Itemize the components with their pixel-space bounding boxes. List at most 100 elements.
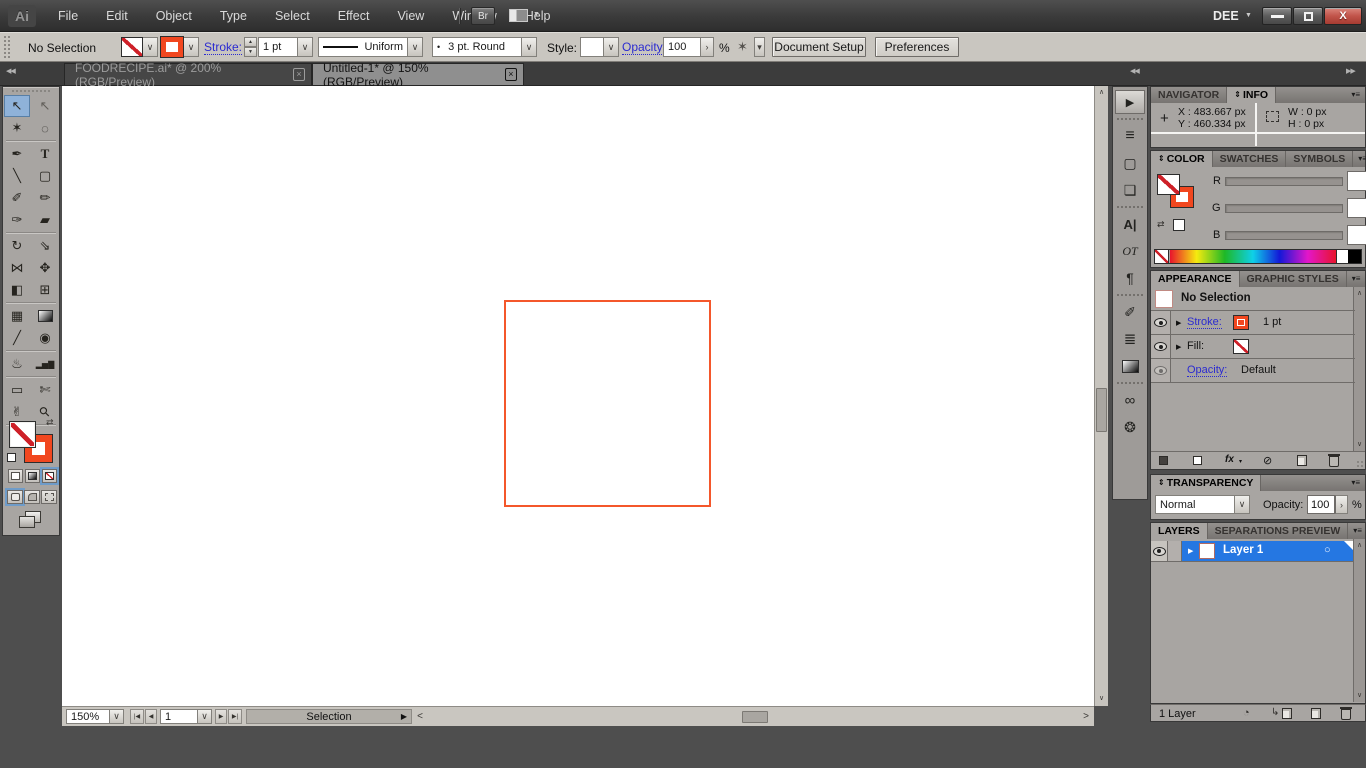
- preferences-button[interactable]: Preferences: [875, 37, 959, 57]
- horizontal-scroll-thumb[interactable]: [742, 711, 768, 723]
- screen-mode-button[interactable]: [19, 511, 43, 529]
- rectangle-tool[interactable]: ▢: [32, 165, 58, 187]
- fill-proxy-swatch[interactable]: [9, 421, 36, 448]
- scroll-down-icon[interactable]: ∨: [1354, 438, 1365, 451]
- gradient-panel-icon[interactable]: [1115, 354, 1145, 378]
- fill-color-swatch[interactable]: [121, 37, 143, 57]
- visibility-cell[interactable]: [1151, 311, 1171, 334]
- bridge-button[interactable]: Br: [471, 7, 495, 25]
- opentype-panel-icon[interactable]: OT: [1115, 239, 1145, 263]
- variable-width-profile[interactable]: Uniform: [318, 37, 408, 57]
- scroll-down-icon[interactable]: ∨: [1354, 689, 1365, 702]
- green-value-field[interactable]: [1347, 198, 1366, 218]
- color-spectrum-bar[interactable]: [1154, 249, 1362, 264]
- toolbar-collapse-icon[interactable]: ◀◀: [6, 67, 16, 75]
- control-bar-gripper[interactable]: [3, 35, 10, 59]
- delete-layer-icon[interactable]: [1340, 707, 1352, 720]
- artboard-dropdown[interactable]: ∨: [198, 709, 212, 724]
- transform-panel-icon[interactable]: ▢: [1115, 151, 1145, 175]
- magic-wand-tool[interactable]: ✶: [4, 117, 30, 139]
- eyedropper-tool[interactable]: ╱: [4, 327, 30, 349]
- blend-mode-dropdown[interactable]: ∨: [1235, 495, 1250, 514]
- brush-definition[interactable]: • 3 pt. Round: [432, 37, 522, 57]
- character-panel-icon[interactable]: A|: [1115, 212, 1145, 236]
- opacity-value-field[interactable]: 100: [1307, 495, 1335, 514]
- fill-swatch[interactable]: [1233, 339, 1249, 354]
- appearance-row-fill[interactable]: ▶ Fill:: [1151, 335, 1355, 359]
- menu-view[interactable]: View: [383, 0, 438, 32]
- stroke-swatch[interactable]: [1233, 315, 1249, 330]
- close-tab-icon[interactable]: ×: [504, 68, 517, 81]
- default-fill-stroke-icon[interactable]: [7, 453, 16, 462]
- stroke-panel-icon[interactable]: ≣: [1115, 327, 1145, 351]
- gradient-button[interactable]: [25, 469, 40, 483]
- last-artboard-button[interactable]: ▶|: [228, 709, 242, 724]
- links-panel-icon[interactable]: ∞: [1115, 388, 1145, 412]
- align-panel-icon[interactable]: ≡: [1115, 124, 1145, 148]
- green-slider[interactable]: [1225, 204, 1343, 213]
- opacity-more-button[interactable]: ›: [701, 37, 714, 57]
- layer-target-icon[interactable]: ○: [1324, 544, 1331, 556]
- delete-item-icon[interactable]: [1328, 454, 1340, 467]
- scale-tool[interactable]: ⇘: [32, 235, 58, 257]
- panel-menu-icon[interactable]: ▾≡: [1346, 475, 1365, 491]
- document-setup-button[interactable]: Document Setup: [772, 37, 866, 57]
- select-similar-icon[interactable]: ✶: [737, 39, 748, 55]
- column-graph-tool[interactable]: ▂▅▇: [32, 353, 58, 375]
- make-clipping-mask-icon[interactable]: ◔: [1243, 707, 1250, 719]
- width-profile-dropdown[interactable]: ∨: [408, 37, 423, 57]
- tools-panel-gripper[interactable]: [11, 89, 51, 94]
- close-tab-icon[interactable]: ×: [292, 68, 305, 81]
- none-button[interactable]: [42, 469, 57, 483]
- zoom-dropdown[interactable]: ∨: [110, 709, 124, 724]
- swap-fill-stroke-icon[interactable]: ⇄: [1157, 219, 1165, 230]
- pencil-tool[interactable]: ✏: [32, 187, 58, 209]
- duplicate-item-icon[interactable]: [1297, 455, 1307, 466]
- tab-separations-preview[interactable]: SEPARATIONS PREVIEW: [1208, 523, 1349, 539]
- line-segment-tool[interactable]: ╲: [4, 165, 30, 187]
- blend-tool[interactable]: ◉: [32, 327, 58, 349]
- brushes-panel-icon[interactable]: ✐: [1115, 300, 1145, 324]
- spectrum-black-swatch[interactable]: [1348, 250, 1361, 263]
- spectrum-white-swatch[interactable]: [1336, 250, 1348, 263]
- zoom-level-field[interactable]: 150%: [66, 709, 110, 724]
- blue-slider[interactable]: [1225, 231, 1343, 240]
- selection-tool[interactable]: ↖: [4, 95, 30, 117]
- appearance-row-no-selection[interactable]: No Selection: [1151, 287, 1355, 311]
- type-tool[interactable]: T: [32, 143, 58, 165]
- dock-gripper[interactable]: [1117, 382, 1143, 385]
- tab-appearance[interactable]: APPEARANCE: [1151, 271, 1240, 287]
- opacity-value-field[interactable]: 100: [663, 37, 701, 57]
- menu-object[interactable]: Object: [142, 0, 206, 32]
- expand-arrow-icon[interactable]: ▶: [1188, 547, 1193, 555]
- red-slider[interactable]: [1225, 177, 1343, 186]
- stroke-link[interactable]: Stroke:: [1187, 316, 1222, 329]
- add-new-fill-icon[interactable]: [1193, 456, 1202, 465]
- rotate-tool[interactable]: ↻: [4, 235, 30, 257]
- arrange-documents-arrow-icon[interactable]: ▼: [533, 11, 540, 18]
- stroke-panel-link[interactable]: Stroke:: [204, 41, 243, 55]
- lasso-tool[interactable]: ◌: [32, 117, 58, 139]
- draw-behind-button[interactable]: [24, 490, 40, 504]
- drawn-rectangle[interactable]: [504, 300, 711, 507]
- stroke-weight-value[interactable]: 1 pt: [258, 37, 298, 57]
- artboard-canvas[interactable]: [62, 86, 1094, 706]
- layer-lock-cell[interactable]: [1168, 541, 1182, 561]
- previous-artboard-button[interactable]: ◀: [145, 709, 157, 724]
- symbol-sprayer-tool[interactable]: ♨: [4, 353, 30, 375]
- add-effect-icon[interactable]: fx: [1225, 454, 1234, 465]
- minimize-button[interactable]: [1262, 7, 1292, 25]
- style-dropdown[interactable]: ∨: [604, 37, 619, 57]
- opacity-panel-link[interactable]: Opacity:: [622, 41, 667, 55]
- tab-transparency[interactable]: ⇕ TRANSPARENCY: [1151, 475, 1262, 491]
- actions-panel-icon[interactable]: ▶: [1115, 90, 1145, 114]
- artboard-tool[interactable]: ▭: [4, 379, 30, 401]
- scroll-down-icon[interactable]: ∨: [1095, 692, 1108, 705]
- tab-layers[interactable]: LAYERS: [1151, 523, 1208, 539]
- panel-menu-icon[interactable]: ▾≡: [1353, 151, 1366, 167]
- brush-dropdown[interactable]: ∨: [522, 37, 537, 57]
- draw-inside-button[interactable]: [41, 490, 57, 504]
- layer-row-selected[interactable]: ▶ Layer 1 ○: [1182, 541, 1353, 561]
- select-similar-dropdown[interactable]: ▾: [754, 37, 765, 57]
- tab-color[interactable]: ⇕ COLOR: [1151, 151, 1213, 167]
